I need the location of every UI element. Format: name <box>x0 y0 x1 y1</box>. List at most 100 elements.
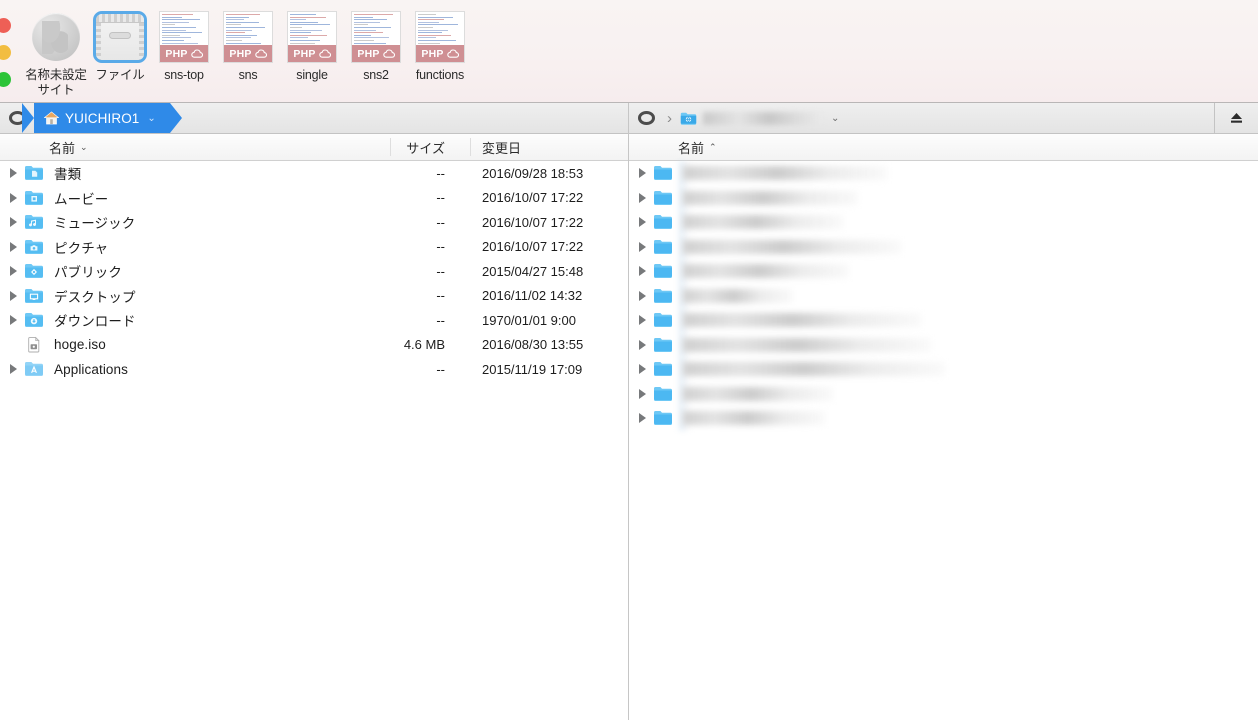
local-file-list: 書類 -- 2016/09/28 18:53 ムービー -- 2016/10/0… <box>0 161 628 382</box>
table-row[interactable]: ダウンロード -- 1970/01/01 9:00 <box>0 308 628 333</box>
tab-label-sns-top: sns-top <box>164 68 204 82</box>
cloud-icon <box>190 49 203 58</box>
disclosure-triangle-icon[interactable] <box>631 168 653 179</box>
disclosure-triangle-icon[interactable] <box>631 192 653 203</box>
tab-thumbnail-sns2: PHP <box>348 8 404 66</box>
crumb-arrow-tail <box>22 103 34 133</box>
table-row[interactable] <box>629 283 1258 308</box>
table-row[interactable] <box>629 161 1258 186</box>
disclosure-triangle-icon[interactable] <box>2 192 24 203</box>
remote-column-headers: 名前 ⌃ <box>629 134 1258 161</box>
column-header-name[interactable]: 名前 ⌃ <box>678 134 717 161</box>
php-badge-label: PHP <box>165 47 188 60</box>
file-name-redacted <box>683 337 931 352</box>
table-row[interactable] <box>629 357 1258 382</box>
folder-movies-icon <box>24 189 46 207</box>
php-badge-label: PHP <box>229 47 252 60</box>
remote-pane: › ⌄ 名前 ⌃ <box>629 103 1258 720</box>
disclosure-triangle-icon[interactable] <box>631 339 653 350</box>
remote-file-list <box>629 161 1258 431</box>
disclosure-triangle-icon[interactable] <box>631 315 653 326</box>
php-file-icon: PHP <box>287 11 337 63</box>
tab-sns[interactable]: PHP sns <box>216 4 280 83</box>
file-date: 2016/10/07 17:22 <box>482 190 584 206</box>
breadcrumb-yuichiro1[interactable]: YUICHIRO1 ⌄ <box>34 103 170 133</box>
minimize-button[interactable] <box>0 45 11 60</box>
folder-icon <box>653 287 675 305</box>
tab-label-site: 名称未設定サイト <box>25 68 87 97</box>
breadcrumb-remote[interactable]: › ⌄ <box>663 103 849 133</box>
folder-documents-icon <box>24 164 46 182</box>
disclosure-triangle-icon[interactable] <box>631 413 653 424</box>
disclosure-triangle-icon[interactable] <box>631 241 653 252</box>
folder-icon <box>653 213 675 231</box>
disclosure-triangle-icon[interactable] <box>2 217 24 228</box>
php-badge: PHP <box>416 45 464 62</box>
disclosure-triangle-icon[interactable] <box>631 290 653 301</box>
disclosure-triangle-icon[interactable] <box>2 266 24 277</box>
column-header-name[interactable]: 名前 ⌄ <box>49 134 88 161</box>
table-row[interactable]: hoge.iso 4.6 MB 2016/08/30 13:55 <box>0 333 628 358</box>
file-date: 2016/10/07 17:22 <box>482 214 584 230</box>
remote-path-bar: › ⌄ <box>629 103 1258 134</box>
tab-label-sns2: sns2 <box>363 68 389 82</box>
disclosure-triangle-icon[interactable] <box>631 388 653 399</box>
table-row[interactable]: デスクトップ -- 2016/11/02 14:32 <box>0 284 628 309</box>
chevron-down-icon[interactable]: ⌄ <box>147 113 155 124</box>
php-badge: PHP <box>352 45 400 62</box>
table-row[interactable] <box>629 210 1258 235</box>
tab-thumbnail-single: PHP <box>284 8 340 66</box>
table-row[interactable] <box>629 308 1258 333</box>
folder-icon <box>653 262 675 280</box>
chevron-down-icon[interactable]: ⌄ <box>831 113 839 124</box>
tab-thumbnail-sns: PHP <box>220 8 276 66</box>
folder-pictures-icon <box>24 238 46 256</box>
file-date: 2016/10/07 17:22 <box>482 239 584 255</box>
table-row[interactable]: Applications -- 2015/11/19 17:09 <box>0 357 628 382</box>
file-name: hoge.iso <box>54 337 106 353</box>
tab-sns-top[interactable]: PHP sns-top <box>152 4 216 83</box>
table-row[interactable]: ミュージック -- 2016/10/07 17:22 <box>0 210 628 235</box>
eject-button[interactable] <box>1214 103 1258 133</box>
disclosure-triangle-icon[interactable] <box>2 241 24 252</box>
close-button[interactable] <box>0 18 11 33</box>
eject-icon <box>1231 113 1242 123</box>
file-size: -- <box>436 361 445 377</box>
disclosure-triangle-icon[interactable] <box>2 364 24 375</box>
tab-label-files: ファイル <box>95 68 145 82</box>
tab-sns2[interactable]: PHP sns2 <box>344 4 408 83</box>
disclosure-triangle-icon[interactable] <box>2 168 24 179</box>
dual-pane-browser: YUICHIRO1 ⌄ 名前 ⌄ サイズ 変更日 書類 -- 2016/09/2… <box>0 103 1258 720</box>
file-name: Applications <box>54 361 128 377</box>
tab-site[interactable]: 名称未設定サイト <box>24 4 88 98</box>
disclosure-triangle-icon[interactable] <box>631 217 653 228</box>
window-controls <box>0 0 24 103</box>
table-row[interactable]: ムービー -- 2016/10/07 17:22 <box>0 186 628 211</box>
table-row[interactable] <box>629 234 1258 259</box>
table-row[interactable] <box>629 406 1258 431</box>
breadcrumb-separator-icon: › <box>667 109 672 127</box>
folder-icon <box>653 238 675 256</box>
column-header-date[interactable]: 変更日 <box>482 134 521 161</box>
disk-ring-icon <box>637 111 655 125</box>
file-name-redacted <box>683 239 901 254</box>
column-header-size[interactable]: サイズ <box>398 134 445 161</box>
disclosure-triangle-icon[interactable] <box>2 290 24 301</box>
table-row[interactable]: 書類 -- 2016/09/28 18:53 <box>0 161 628 186</box>
table-row[interactable] <box>629 381 1258 406</box>
disclosure-triangle-icon[interactable] <box>631 266 653 277</box>
table-row[interactable]: ピクチャ -- 2016/10/07 17:22 <box>0 235 628 260</box>
tab-functions[interactable]: PHP functions <box>408 4 472 83</box>
tab-files[interactable]: ファイル <box>88 4 152 83</box>
table-row[interactable]: パブリック -- 2015/04/27 15:48 <box>0 259 628 284</box>
tab-single[interactable]: PHP single <box>280 4 344 83</box>
file-size: 4.6 MB <box>403 337 445 353</box>
file-name-redacted <box>683 190 858 205</box>
zoom-button[interactable] <box>0 72 11 87</box>
disclosure-triangle-icon[interactable] <box>631 364 653 375</box>
remote-root-button[interactable] <box>629 103 663 133</box>
table-row[interactable] <box>629 332 1258 357</box>
table-row[interactable] <box>629 259 1258 284</box>
disclosure-triangle-icon[interactable] <box>2 315 24 326</box>
table-row[interactable] <box>629 185 1258 210</box>
